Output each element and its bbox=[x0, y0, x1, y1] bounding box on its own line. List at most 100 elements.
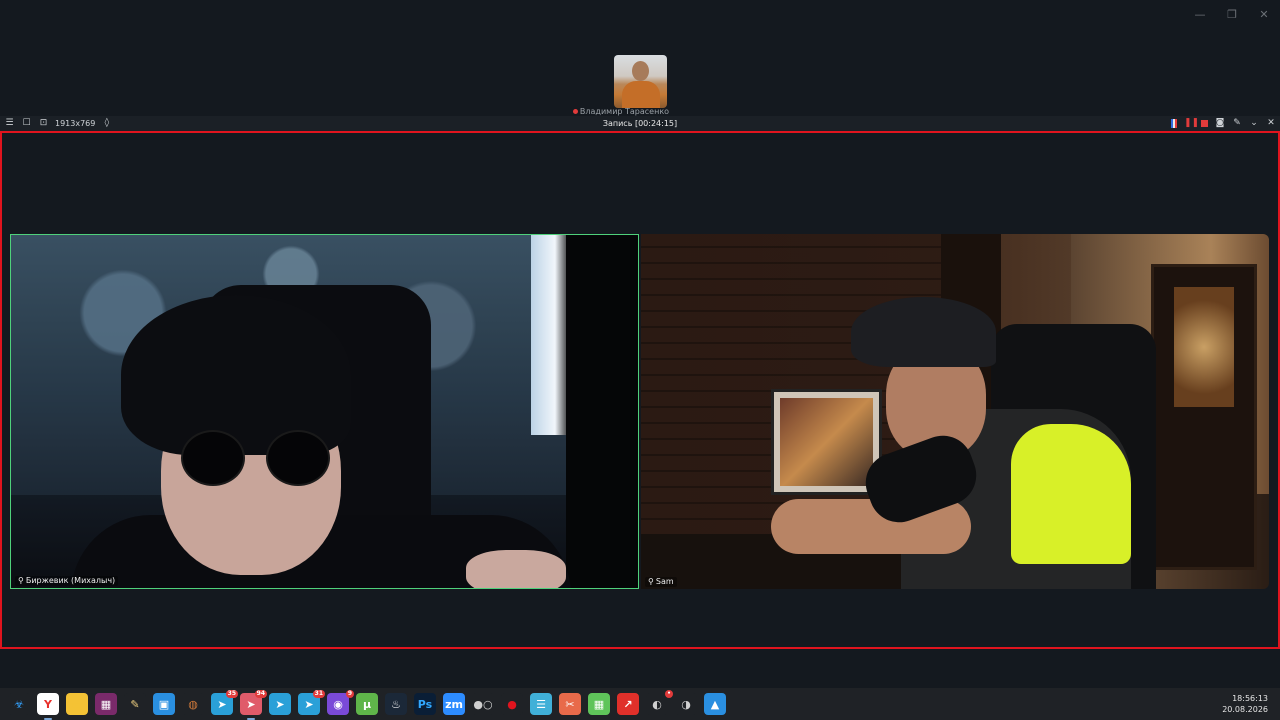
right-lens bbox=[266, 430, 330, 486]
taskbar-glyph: µ bbox=[362, 697, 372, 711]
taskbar-glyph: ◐ bbox=[652, 697, 662, 711]
recording-title: Запись [00:24:15] bbox=[602, 119, 678, 128]
taskbar-glyph: ➤ bbox=[304, 697, 314, 711]
person-hand bbox=[466, 550, 566, 588]
taskbar-glyph: ▬ bbox=[71, 697, 83, 711]
clock-time: 18:56:13 bbox=[1232, 694, 1268, 703]
taskbar-snip-icon[interactable]: ✂ bbox=[559, 693, 581, 715]
stop-icon[interactable] bbox=[1201, 120, 1208, 127]
thumbnail-head bbox=[632, 61, 649, 81]
cap bbox=[851, 297, 996, 367]
participant-name: Биржевик (Михалыч) bbox=[25, 576, 116, 585]
zoom-icon[interactable]: ⊡ bbox=[38, 116, 49, 131]
taskbar-glyph: ♨ bbox=[391, 697, 401, 711]
thumbnail-body bbox=[622, 81, 660, 108]
notification-badge: 9 bbox=[345, 690, 354, 698]
pause-icon[interactable]: ❚❚ bbox=[1184, 116, 1199, 131]
close-icon[interactable]: ✕ bbox=[1266, 116, 1276, 131]
taskbar-microsoft-store-icon[interactable]: ▣ bbox=[153, 693, 175, 715]
taskbar-glyph: ➤ bbox=[217, 697, 227, 711]
collapse-icon[interactable]: ⌄ bbox=[1249, 116, 1259, 131]
taskbar-zoom-icon[interactable]: zm bbox=[443, 693, 465, 715]
clock-date: 20.08.2026 bbox=[1222, 705, 1268, 714]
taskbar-winrar-icon[interactable]: ▦ bbox=[95, 693, 117, 715]
taskbar-yandex-browser-icon[interactable]: Y bbox=[37, 693, 59, 720]
sunglasses bbox=[171, 430, 341, 490]
drop-icon[interactable]: ◊ bbox=[101, 116, 112, 131]
taskbar-photoshop-icon[interactable]: Ps bbox=[414, 693, 436, 715]
video-tile-active-speaker[interactable]: ⚲ Биржевик (Михалыч) bbox=[10, 234, 639, 589]
taskbar-glyph: ▲ bbox=[710, 697, 720, 711]
notification-badge: • bbox=[665, 690, 673, 698]
window-light bbox=[531, 235, 571, 435]
taskbar-notes-icon[interactable]: ☰ bbox=[530, 693, 552, 715]
taskbar-obs-icon[interactable]: ◐ • bbox=[646, 690, 673, 715]
participant-name-tag: ⚲ Биржевик (Михалыч) bbox=[15, 576, 119, 586]
participant-thumbnail[interactable] bbox=[614, 55, 667, 108]
notification-badge: 35 bbox=[225, 690, 238, 698]
capture-dimensions[interactable]: 1913x769 bbox=[55, 116, 95, 131]
taskbar-arrow-app-icon[interactable]: ↗ bbox=[617, 693, 639, 715]
taskbar-glyph: ↗ bbox=[623, 697, 633, 711]
thumbnail-label: Владимир Тарасенко bbox=[566, 108, 676, 116]
taskbar-glyph: ▦ bbox=[593, 697, 605, 711]
recording-dot-icon bbox=[572, 109, 578, 114]
taskbar-chromium-icon[interactable]: ◉ 9 bbox=[327, 690, 354, 715]
thumbnail-name: Владимир Тарасенко bbox=[579, 108, 670, 116]
region-icon[interactable]: ☐ bbox=[21, 116, 32, 131]
pen-icon[interactable]: ✎ bbox=[1232, 116, 1242, 131]
taskbar-glyph: ◉ bbox=[333, 697, 343, 711]
display-cabinet bbox=[1151, 264, 1257, 570]
taskbar-glyph: ➤ bbox=[275, 697, 285, 711]
taskbar-glyph: Y bbox=[44, 697, 52, 711]
taskbar-photos-icon[interactable]: ▲ bbox=[704, 693, 726, 715]
taskbar-telegram-4-icon[interactable]: ➤ 31 bbox=[298, 690, 325, 715]
participant-name-tag: ⚲ Sam bbox=[645, 577, 677, 587]
taskbar-utorrent-icon[interactable]: µ bbox=[356, 693, 378, 715]
dark-area bbox=[566, 235, 638, 588]
cabinet-light bbox=[1174, 287, 1234, 407]
maximize-button[interactable]: ❐ bbox=[1216, 6, 1248, 24]
participant-name: Sam bbox=[655, 577, 674, 586]
taskbar-obs-dots-icon[interactable]: ●○ bbox=[472, 693, 494, 715]
recorder-toolbar: Запись [00:24:15] ☰ ☐ ⊡ 1913x769 ◊ ❚❚ ◙ … bbox=[0, 116, 1280, 132]
taskbar-file-explorer-icon[interactable]: ▬ bbox=[66, 693, 88, 715]
taskbar-glyph: ✎ bbox=[130, 697, 140, 711]
taskbar: ☣ Y ▬ ▦ ✎ ▣ ◍ ➤ 35 ➤ 94 ➤ ➤ 31 ◉ 9 µ ♨ Ps zm ●○ ● ☰ ✂ ▦ ↗ ◐ • ◑ ▲ 18:… bbox=[0, 688, 1280, 720]
minimize-button[interactable]: — bbox=[1184, 6, 1216, 24]
taskbar-network-icon[interactable]: ◍ bbox=[182, 693, 204, 715]
taskbar-obs-2-icon[interactable]: ◑ bbox=[675, 693, 697, 715]
video-tile[interactable]: ⚲ Sam bbox=[641, 234, 1269, 589]
taskbar-glyph: ➤ bbox=[246, 697, 256, 711]
left-lens bbox=[181, 430, 245, 486]
close-window-button[interactable]: ✕ bbox=[1248, 6, 1280, 24]
taskbar-glyph: ◍ bbox=[188, 697, 198, 711]
taskbar-glyph: ● bbox=[507, 697, 517, 711]
taskbar-biohazard-icon[interactable]: ☣ bbox=[8, 693, 30, 715]
camera-icon[interactable]: ◙ bbox=[1215, 116, 1225, 131]
taskbar-glyph: ☣ bbox=[14, 697, 24, 711]
taskbar-grid-app-icon[interactable]: ▦ bbox=[588, 693, 610, 715]
taskbar-glyph: ☰ bbox=[536, 697, 546, 711]
taskbar-steam-icon[interactable]: ♨ bbox=[385, 693, 407, 715]
flag-icon[interactable] bbox=[1171, 119, 1177, 128]
pin-icon: ⚲ bbox=[648, 577, 654, 586]
menu-icon[interactable]: ☰ bbox=[4, 116, 15, 131]
system-clock[interactable]: 18:56:13 20.08.2026 bbox=[1222, 693, 1268, 715]
notification-badge: 94 bbox=[254, 690, 267, 698]
taskbar-notepad-icon[interactable]: ✎ bbox=[124, 693, 146, 715]
pin-icon: ⚲ bbox=[18, 576, 24, 585]
taskbar-glyph: ●○ bbox=[473, 697, 493, 711]
yellow-sleeve bbox=[1011, 424, 1131, 564]
taskbar-glyph: ▣ bbox=[158, 697, 170, 711]
taskbar-telegram-1-icon[interactable]: ➤ 35 bbox=[211, 690, 238, 715]
taskbar-telegram-3-icon[interactable]: ➤ bbox=[269, 693, 291, 715]
taskbar-telegram-2-icon[interactable]: ➤ 94 bbox=[240, 690, 267, 720]
taskbar-glyph: Ps bbox=[417, 697, 433, 711]
taskbar-glyph: ✂ bbox=[565, 697, 575, 711]
monitor-screen bbox=[780, 398, 873, 486]
taskbar-recorder-icon[interactable]: ● bbox=[501, 693, 523, 715]
window-controls: — ❐ ✕ bbox=[1184, 6, 1280, 24]
taskbar-glyph: zm bbox=[445, 697, 463, 711]
taskbar-glyph: ▦ bbox=[100, 697, 112, 711]
